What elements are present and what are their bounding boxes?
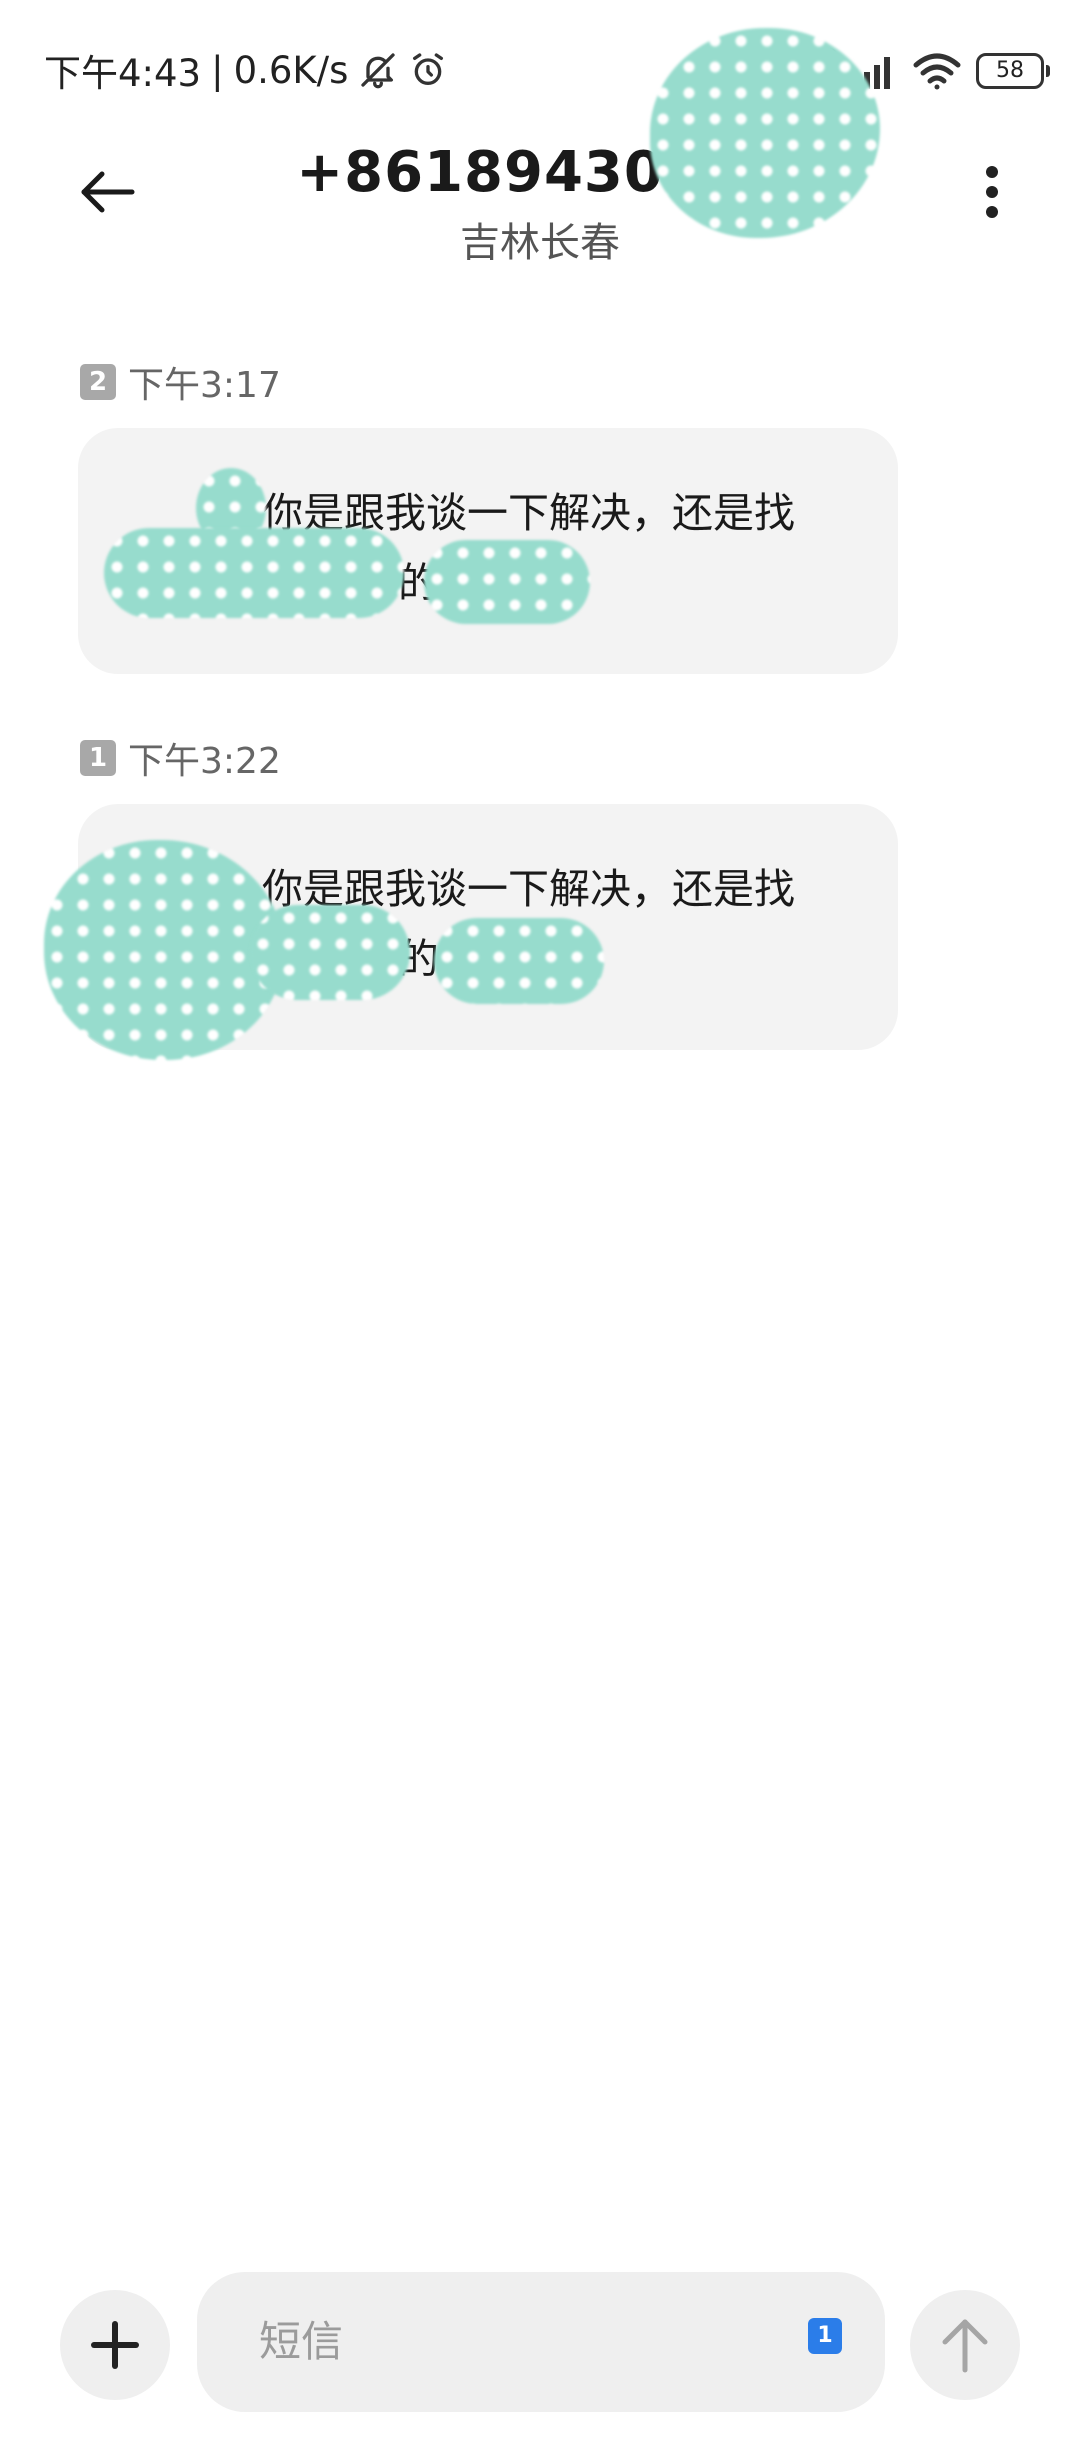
message-time: 下午3:17 [128, 365, 281, 406]
message-input[interactable]: 短信 [197, 2272, 885, 2412]
message-bubble[interactable]: 你是跟我谈一下解决，还是找 的 [78, 804, 898, 1050]
conversation-header: +86189430074 吉林长春 [0, 130, 1080, 280]
send-button[interactable] [910, 2290, 1020, 2400]
message-input-placeholder: 短信 [259, 2317, 344, 2366]
more-options-button[interactable] [944, 144, 1040, 240]
message-meta: 1 下午3:22 [80, 736, 281, 782]
status-separator: | [211, 48, 224, 92]
contact-phone-number: +86189430074 [296, 140, 784, 205]
network-speed: 0.6K/s [233, 48, 349, 92]
sim-select-button[interactable]: 1 [808, 2318, 842, 2354]
conversation-screen: 下午4:43 | 0.6K/s HD 58 +86189430074 吉林长春 … [0, 0, 1080, 2460]
status-right: HD 58 [804, 44, 1050, 98]
send-arrow-icon [942, 2319, 988, 2373]
message-text-line: 你是跟我谈一下解决，还是找 [262, 865, 795, 913]
message-composer: 短信 1 [0, 2260, 1080, 2460]
wifi-icon [913, 53, 961, 90]
sim-badge: 1 [80, 740, 116, 776]
battery-level: 58 [996, 58, 1024, 83]
sim-badge: 2 [80, 364, 116, 400]
message-meta: 2 下午3:17 [80, 360, 281, 406]
cellular-signal-icon [854, 57, 890, 89]
battery-icon: 58 [976, 53, 1050, 89]
alarm-icon [413, 53, 444, 85]
message-bubble[interactable]: 你是跟我谈一下解决，还是找 的 [78, 428, 898, 674]
contact-location: 吉林长春 [460, 220, 620, 266]
message-text-line: 的 [398, 935, 439, 983]
plus-icon [91, 2321, 139, 2369]
message-time: 下午3:22 [128, 741, 281, 782]
status-bar: 下午4:43 | 0.6K/s HD 58 [0, 0, 1080, 130]
more-vertical-icon [986, 166, 998, 218]
attach-button[interactable] [60, 2290, 170, 2400]
status-left: 下午4:43 | 0.6K/s [44, 42, 448, 98]
status-time: 下午4:43 [44, 52, 202, 95]
network-type-label: HD [804, 44, 838, 68]
message-text-line: 的 [398, 559, 439, 607]
message-text-line: 你是跟我谈一下解决，还是找 [262, 489, 795, 537]
bell-off-icon [361, 53, 396, 89]
